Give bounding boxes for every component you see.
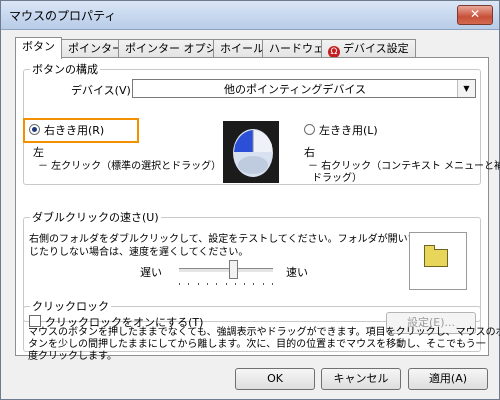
folder-icon[interactable]	[424, 245, 448, 267]
test-folder-area[interactable]	[409, 232, 467, 290]
close-button[interactable]: ✕	[457, 5, 493, 25]
double-click-legend: ダブルクリックの速さ(U)	[32, 211, 159, 224]
slider-tick	[188, 283, 189, 285]
left-handed-label: 左きき用(L)	[319, 124, 378, 137]
chevron-down-icon[interactable]: ▼	[457, 80, 475, 97]
radio-checked-icon[interactable]	[29, 124, 40, 135]
click-lock-desc-line3: 度クリックします。	[28, 351, 117, 362]
device-label: デバイス(V):	[71, 84, 135, 97]
slider-tick	[198, 283, 199, 285]
left-handed-radio[interactable]: 左きき用(L)	[304, 122, 378, 138]
mouse-illustration	[223, 121, 279, 183]
slider-tick	[253, 283, 254, 285]
speed-slider-track[interactable]	[179, 268, 273, 273]
device-select[interactable]: 他のポインティングデバイス ▼	[132, 79, 476, 98]
right-handed-label: 右きき用(R)	[44, 124, 105, 137]
radio-unchecked-icon[interactable]	[304, 124, 315, 135]
cancel-button[interactable]: キャンセル	[321, 368, 401, 390]
title-bar: マウスのプロパティ ✕	[1, 1, 499, 30]
ok-button[interactable]: OK	[235, 368, 315, 390]
slider-tick	[226, 283, 227, 285]
slider-tick	[207, 283, 208, 285]
tab-device-settings[interactable]: Ω デバイス設定	[321, 39, 416, 58]
slider-tick	[263, 283, 264, 285]
close-icon: ✕	[469, 7, 481, 21]
slider-tick	[179, 283, 180, 285]
right-button-desc-line2: ドラッグ）	[312, 173, 362, 184]
right-handed-radio[interactable]: 右きき用(R)	[29, 122, 104, 138]
tab-label: デバイス設定	[343, 42, 409, 55]
speed-slider-ticks	[179, 283, 273, 286]
slider-tick	[235, 283, 236, 285]
mouse-icon	[223, 121, 279, 183]
slider-tick	[216, 283, 217, 285]
fast-label: 速い	[286, 266, 308, 279]
tab-label: ポインター	[68, 42, 123, 55]
slow-label: 遅い	[140, 266, 162, 279]
dialog-client: ボタン ポインター ポインター オプション ホイール ハードウェア Ω デバイス設…	[7, 33, 500, 391]
tab-label: ホイール	[220, 42, 264, 55]
double-click-desc-line2: じたりしない場合は、速度を遅くしてください。	[29, 247, 249, 258]
speed-slider-thumb[interactable]	[229, 260, 239, 279]
left-button-desc: － 左クリック（標準の選択とドラッグ）	[38, 161, 222, 172]
slider-tick	[272, 283, 273, 285]
tab-buttons[interactable]: ボタン	[15, 37, 62, 59]
tab-label: ボタン	[22, 40, 55, 53]
slider-tick	[244, 283, 245, 285]
button-config-legend: ボタンの構成	[32, 63, 98, 76]
window-title: マウスのプロパティ	[9, 9, 117, 23]
click-lock-legend: クリックロック	[32, 300, 109, 313]
mouse-properties-window: マウスのプロパティ ✕ ボタン ポインター ポインター オプション ホイール ハ…	[0, 0, 500, 400]
device-select-value: 他のポインティングデバイス	[223, 83, 366, 96]
buttons-tab-panel: ボタンの構成 デバイス(V): 他のポインティングデバイス ▼ 右きき用(R) …	[15, 57, 500, 356]
apply-button[interactable]: 適用(A)	[408, 368, 488, 390]
